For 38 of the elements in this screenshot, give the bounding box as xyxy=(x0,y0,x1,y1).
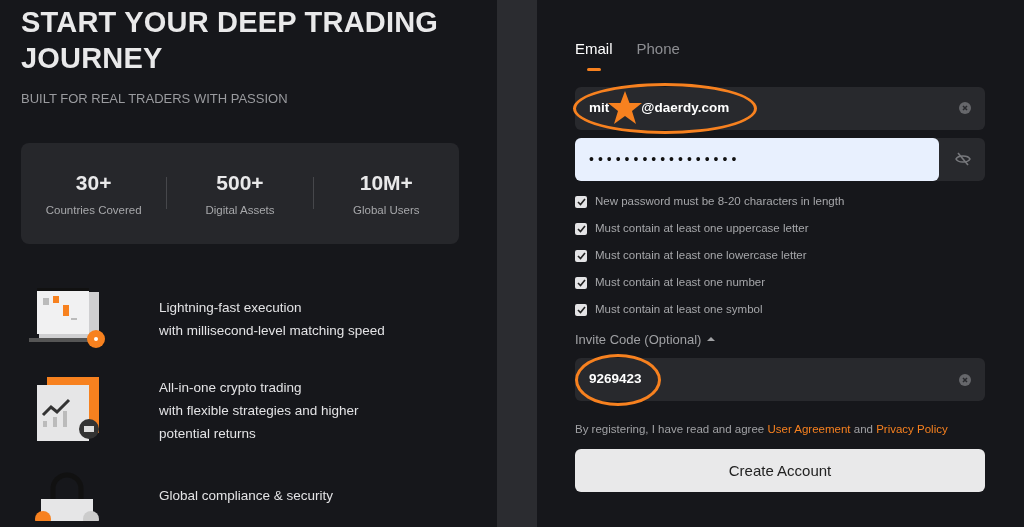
checkbox[interactable] xyxy=(575,223,587,235)
privacy-policy-link[interactable]: Privacy Policy xyxy=(876,423,948,435)
rule-text: Must contain at least one lowercase letter xyxy=(595,248,807,264)
hero-title: START YOUR DEEP TRADING JOURNEY xyxy=(21,5,440,76)
create-account-button[interactable]: Create Account xyxy=(575,449,985,493)
checkbox[interactable] xyxy=(575,196,587,208)
feature-text: with flexible strategies and higher xyxy=(159,401,359,420)
stat-value: 30+ xyxy=(74,169,113,196)
feature-text: potential returns xyxy=(159,424,257,443)
clear-icon[interactable] xyxy=(959,102,971,114)
tab[interactable]: Email xyxy=(575,38,613,71)
feature-text: Global compliance & security xyxy=(159,487,334,505)
checkbox[interactable] xyxy=(575,250,587,262)
caret-icon[interactable] xyxy=(707,336,716,343)
rule-text: Must contain at least one number xyxy=(595,275,766,291)
tab[interactable]: Phone xyxy=(636,38,680,71)
stat-label: Digital Assets xyxy=(204,203,276,219)
rule-text: New password must be 8-20 characters in length xyxy=(595,194,845,210)
stat-label: Global Users xyxy=(352,203,421,219)
rule-text: Must contain at least one uppercase letter xyxy=(595,221,809,237)
password-field[interactable]: ••••••••••••••••• xyxy=(575,137,985,181)
user-agreement-link[interactable]: User Agreement xyxy=(767,423,851,435)
rule-text: Must contain at least one symbol xyxy=(595,302,763,318)
stat-label: Countries Covered xyxy=(44,203,143,219)
feature-text: Lightning-fast execution xyxy=(159,298,303,317)
star-annotation-icon xyxy=(607,91,644,125)
agreement-text: By registering, I have read and agree xyxy=(575,423,766,435)
stat-value: 500+ xyxy=(215,169,265,196)
invite-code-label: Invite Code (Optional) xyxy=(575,330,702,349)
hero-subtitle: BUILT FOR REAL TRADERS WITH PASSION xyxy=(21,90,289,108)
agreement-text: and xyxy=(852,423,874,435)
clear-icon[interactable] xyxy=(959,373,971,386)
checkbox[interactable] xyxy=(575,277,587,289)
feature-text: with millisecond-level matching speed xyxy=(159,321,385,340)
feature-text: All-in-one crypto trading xyxy=(159,378,303,397)
checkbox[interactable] xyxy=(575,304,587,316)
stat-value: 10M+ xyxy=(358,169,414,196)
eye-slash-icon[interactable] xyxy=(955,152,971,166)
